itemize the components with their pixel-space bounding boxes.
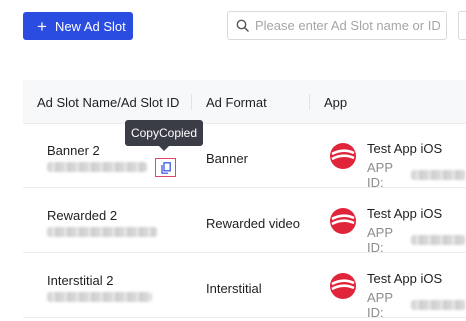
ad-slot-name: Banner 2 <box>47 143 100 158</box>
app-id: APP ID: <box>367 160 466 190</box>
column-divider <box>309 94 310 110</box>
ad-slot-id-redacted <box>47 162 147 172</box>
table-row: Interstitial 2 Interstitial Test App iOS… <box>23 255 466 320</box>
search-input[interactable] <box>255 18 441 33</box>
app-id-redacted <box>411 235 466 245</box>
app-logo-icon <box>330 143 356 169</box>
app-id: APP ID: <box>367 290 466 320</box>
new-ad-slot-label: New Ad Slot <box>54 18 126 34</box>
ad-slot-id-redacted <box>47 292 152 302</box>
table-row: Banner 2 Banner Test App iOS APP ID: <box>23 125 466 190</box>
search-box[interactable] <box>227 11 447 40</box>
copy-id-button[interactable] <box>155 158 176 177</box>
app-name: Test App iOS <box>367 141 443 156</box>
plus-icon: + <box>37 16 47 36</box>
app-id-label: APP ID: <box>367 160 393 190</box>
ad-format: Interstitial <box>206 281 262 296</box>
ad-format: Banner <box>206 151 248 166</box>
app-name: Test App iOS <box>367 271 443 286</box>
header-app: App <box>324 95 348 110</box>
table-row: Rewarded 2 Rewarded video Test App iOS A… <box>23 190 466 255</box>
table-header: Ad Slot Name/Ad Slot ID Ad Format App <box>23 80 466 124</box>
ad-slot-id-redacted <box>47 227 157 237</box>
header-ad-format: Ad Format <box>206 95 267 110</box>
ad-slot-name: Rewarded 2 <box>47 208 118 223</box>
app-name: Test App iOS <box>367 206 443 221</box>
copy-tooltip-text: CopyCopied <box>130 126 198 140</box>
new-ad-slot-button[interactable]: + New Ad Slot <box>23 12 133 40</box>
app-id-redacted <box>411 300 466 310</box>
app-logo-icon <box>330 208 356 234</box>
app-id-label: APP ID: <box>367 290 393 320</box>
header-ad-slot: Ad Slot Name/Ad Slot ID <box>37 95 180 110</box>
app-id-label: APP ID: <box>367 225 393 255</box>
ad-slot-name: Interstitial 2 <box>47 273 114 288</box>
copy-tooltip: CopyCopied <box>125 120 203 151</box>
app-id: APP ID: <box>367 225 466 255</box>
app-logo-icon <box>330 273 356 299</box>
toolbar-extra-control[interactable] <box>458 11 466 40</box>
app-id-redacted <box>411 170 466 180</box>
search-icon <box>236 19 249 32</box>
ad-format: Rewarded video <box>206 216 300 231</box>
copy-icon <box>160 161 171 174</box>
column-divider <box>191 94 192 110</box>
